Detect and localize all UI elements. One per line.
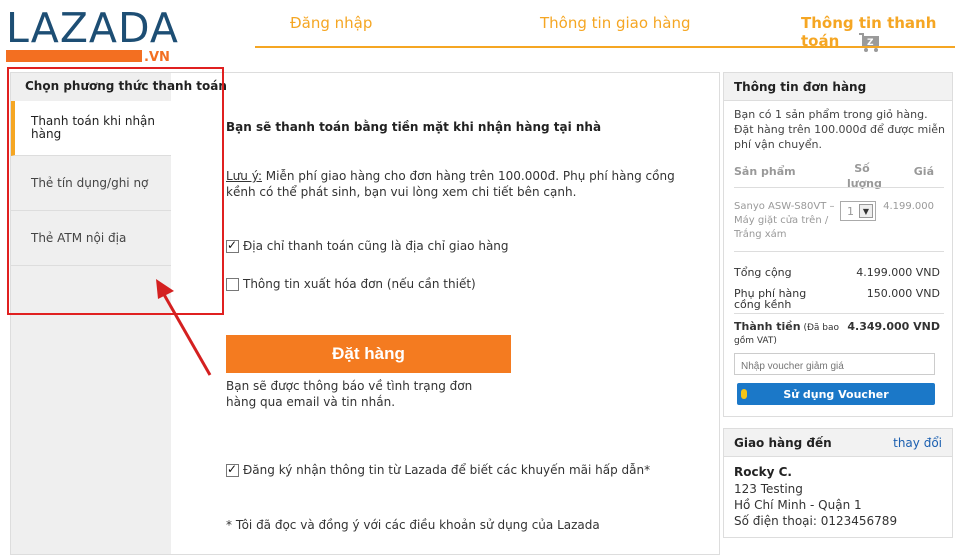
logo-suffix: .VN — [144, 50, 170, 65]
terms-text: * Tôi đã đọc và đồng ý với các điều khoả… — [226, 518, 600, 532]
steps-progress-line — [255, 46, 955, 48]
invoice-label: Thông tin xuất hóa đơn (nếu cần thiết) — [243, 277, 476, 291]
col-price: Giá — [913, 165, 934, 178]
cart-icon: Z — [859, 33, 879, 52]
note-text: Miễn phí giao hàng cho đơn hàng trên 100… — [226, 169, 675, 199]
billing-same-checkbox[interactable] — [226, 238, 239, 253]
product-name: Sanyo ASW-S80VT – Máy giặt cửa trên / Tr… — [734, 201, 835, 240]
product-price: 4.199.000 — [883, 201, 934, 212]
notify-text: Bạn sẽ được thông báo về tình trạng đơn … — [226, 379, 473, 409]
use-voucher-label: Sử dụng Voucher — [783, 387, 889, 401]
grand-total-value: 4.349.000 VND — [847, 320, 940, 333]
shipping-panel: Giao hàng đến thay đổi Rocky C. 123 Test… — [723, 428, 953, 538]
checkout-steps: Đăng nhập Thông tin giao hàng Thông tin … — [255, 0, 955, 52]
address-city: Hồ Chí Minh - Quận 1 — [734, 498, 862, 512]
svg-text:Z: Z — [867, 38, 874, 48]
total-value: 4.199.000 VND — [856, 266, 940, 279]
order-info-title: Thông tin đơn hàng — [724, 73, 952, 101]
billing-same-row[interactable]: Địa chỉ thanh toán cũng là địa chỉ giao … — [226, 238, 509, 253]
chevron-down-icon: ▼ — [859, 204, 873, 218]
grand-total-label: Thành tiền (Đã bao gồm VAT) — [734, 321, 844, 347]
divider — [734, 251, 944, 252]
surcharge-value: 150.000 VND — [866, 287, 940, 300]
step-shipping[interactable]: Thông tin giao hàng — [540, 14, 691, 32]
invoice-row[interactable]: Thông tin xuất hóa đơn (nếu cần thiết) — [226, 277, 476, 291]
col-product: Sản phẩm — [734, 165, 796, 178]
billing-same-label: Địa chỉ thanh toán cũng là địa chỉ giao … — [243, 239, 509, 253]
lazada-logo[interactable]: LAZADA .VN — [4, 4, 180, 66]
place-order-button[interactable]: Đặt hàng — [226, 335, 511, 373]
order-description: Bạn có 1 sản phẩm trong giỏ hàng. Đặt hà… — [734, 108, 946, 151]
total-label: Tổng cộng — [734, 266, 792, 279]
recipient-name: Rocky C. — [734, 465, 792, 479]
grand-total-label-text: Thành tiền — [734, 320, 801, 333]
use-voucher-button[interactable]: Sử dụng Voucher — [737, 383, 935, 405]
subscribe-label: Đăng ký nhận thông tin từ Lazada để biết… — [243, 463, 651, 477]
note-label: Lưu ý: — [226, 169, 262, 183]
quantity-select[interactable]: 1 ▼ — [840, 201, 876, 221]
quantity-value: 1 — [847, 204, 854, 218]
divider — [734, 313, 944, 314]
invoice-checkbox[interactable] — [226, 277, 239, 291]
subscribe-checkbox[interactable] — [226, 462, 239, 477]
change-address-link[interactable]: thay đổi — [893, 436, 942, 450]
annotation-arrow — [156, 279, 212, 376]
order-info-panel: Thông tin đơn hàng Bạn có 1 sản phẩm tro… — [723, 72, 953, 417]
voucher-input[interactable] — [734, 353, 935, 375]
shipping-note: Lưu ý: Miễn phí giao hàng cho đơn hàng t… — [226, 168, 696, 200]
subscribe-row[interactable]: Đăng ký nhận thông tin từ Lazada để biết… — [226, 462, 651, 477]
phone-number: Số điện thoại: 0123456789 — [734, 514, 898, 528]
surcharge-label: Phụ phí hàng cồng kềnh — [734, 287, 807, 311]
address-street: 123 Testing — [734, 482, 803, 496]
divider — [734, 187, 944, 188]
logo-brand-text: LAZADA — [6, 4, 179, 52]
step-login[interactable]: Đăng nhập — [290, 14, 372, 32]
logo-bar — [6, 50, 142, 62]
cod-heading: Bạn sẽ thanh toán bằng tiền mặt khi nhận… — [226, 120, 602, 134]
